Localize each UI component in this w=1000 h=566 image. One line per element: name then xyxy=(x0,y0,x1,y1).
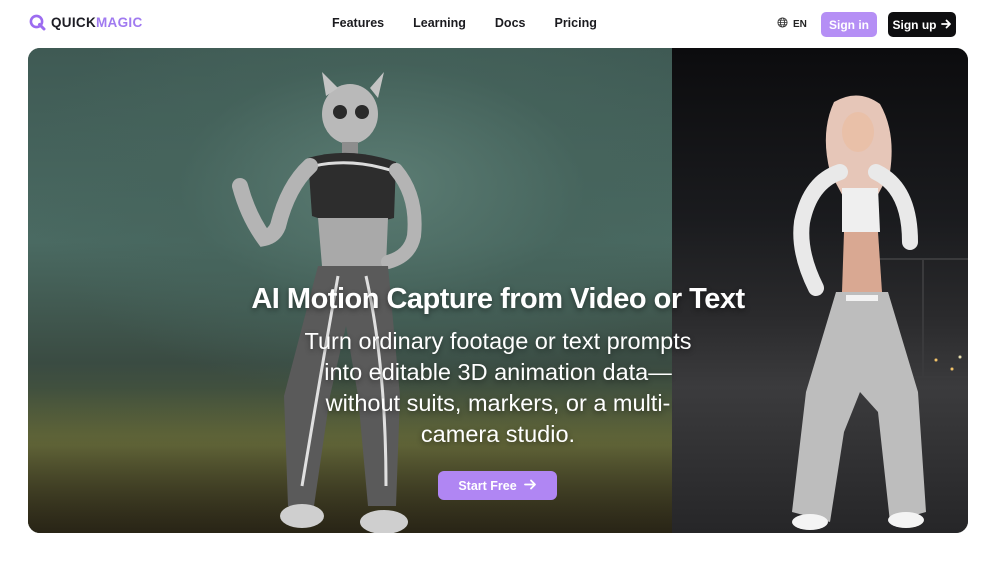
brand-name-part1: QUICK xyxy=(51,15,96,30)
sign-up-label: Sign up xyxy=(892,17,937,32)
language-label: EN xyxy=(793,18,807,30)
main-nav: Features Learning Docs Pricing xyxy=(332,16,626,30)
logo-q-icon xyxy=(29,14,46,31)
nav-link-learning[interactable]: Learning xyxy=(413,16,466,30)
start-free-button[interactable]: Start Free xyxy=(438,471,557,500)
nav-link-pricing[interactable]: Pricing xyxy=(554,16,596,30)
arrow-right-icon xyxy=(940,18,952,32)
start-free-label: Start Free xyxy=(458,478,517,493)
hero-title: AI Motion Capture from Video or Text xyxy=(251,283,745,315)
globe-icon xyxy=(777,17,788,31)
nav-link-docs[interactable]: Docs xyxy=(495,16,526,30)
sign-in-button[interactable]: Sign in xyxy=(821,12,877,37)
brand-name: QUICKMAGIC xyxy=(51,15,143,30)
window-city-lights xyxy=(928,348,968,378)
language-selector[interactable]: EN xyxy=(777,17,807,31)
hero-subtitle: Turn ordinary footage or text prompts in… xyxy=(304,328,692,447)
brand-logo[interactable]: QUICKMAGIC xyxy=(29,14,143,31)
nav-link-features[interactable]: Features xyxy=(332,16,384,30)
sign-up-button[interactable]: Sign up xyxy=(888,12,956,37)
brand-name-part2: MAGIC xyxy=(96,15,143,30)
top-navbar: QUICKMAGIC Features Learning Docs Pricin… xyxy=(0,0,1000,48)
arrow-right-icon xyxy=(523,479,537,493)
